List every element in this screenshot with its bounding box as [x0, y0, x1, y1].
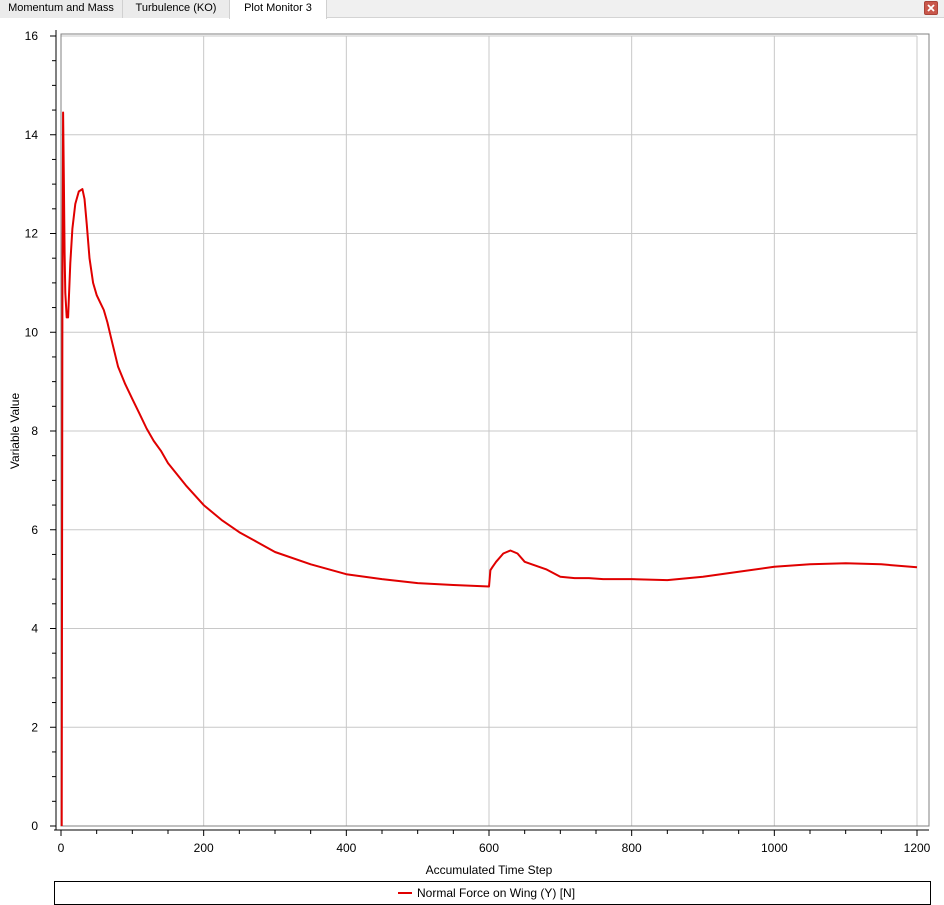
y-tick-label: 16: [25, 29, 39, 43]
x-axis-title: Accumulated Time Step: [426, 863, 553, 877]
y-tick-label: 6: [31, 523, 38, 537]
x-tick-label: 400: [336, 841, 356, 855]
x-tick-label: 1200: [904, 841, 931, 855]
x-tick-label: 600: [479, 841, 499, 855]
x-tick-label: 1000: [761, 841, 788, 855]
x-tick-label: 0: [58, 841, 65, 855]
y-tick-label: 14: [25, 128, 39, 142]
y-tick-label: 10: [25, 325, 39, 339]
tab-turbulence-ko[interactable]: Turbulence (KO): [123, 0, 230, 18]
y-axis-title: Variable Value: [8, 393, 22, 470]
tab-bar: Momentum and Mass Turbulence (KO) Plot M…: [0, 0, 944, 19]
grid-lines: [61, 35, 918, 826]
legend: Normal Force on Wing (Y) [N]: [54, 881, 931, 905]
y-tick-label: 0: [31, 819, 38, 833]
close-icon: [927, 4, 935, 12]
plot-area: 0 2 4 6 8 10 12 14 16 0 200 400 600 800 1000 1200 Accum…: [8, 29, 931, 877]
close-button[interactable]: [924, 1, 938, 15]
ticks: 0 2 4 6 8 10 12 14 16 0 200 400 600 800 1000 1200: [25, 29, 931, 855]
y-tick-label: 2: [31, 720, 38, 734]
x-tick-label: 200: [194, 841, 214, 855]
y-tick-label: 4: [31, 622, 38, 636]
tab-momentum-and-mass[interactable]: Momentum and Mass: [0, 0, 123, 18]
x-tick-label: 800: [622, 841, 642, 855]
y-tick-label: 12: [25, 227, 39, 241]
plot-frame: [60, 33, 930, 827]
tab-plot-monitor-3[interactable]: Plot Monitor 3: [229, 0, 327, 19]
legend-swatch: [398, 892, 412, 894]
legend-label: Normal Force on Wing (Y) [N]: [417, 886, 576, 900]
y-tick-label: 8: [31, 424, 38, 438]
